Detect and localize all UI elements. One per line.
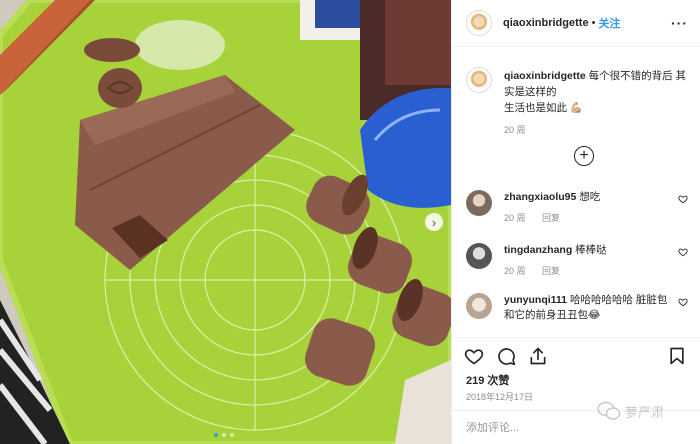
author-avatar[interactable] (466, 10, 492, 36)
follow-button[interactable]: 关注 (598, 15, 620, 31)
post-header: qiaoxinbridgette • 关注 ··· (452, 0, 700, 47)
action-row (464, 346, 548, 366)
watermark-text: 萝严肃 (625, 404, 665, 420)
caption: qiaoxinbridgette 每个很不错的背后 其 实是这样的 生活也是如此… (466, 67, 694, 138)
caption-username[interactable]: qiaoxinbridgette (504, 70, 586, 82)
comment-body: zhangxiaolu95 想吃 (504, 190, 674, 205)
caption-avatar[interactable] (466, 67, 492, 93)
post-side-panel: qiaoxinbridgette • 关注 ··· qiaoxinbridget… (451, 0, 700, 444)
commenter-avatar[interactable] (466, 190, 492, 216)
likes-count[interactable]: 219 次赞 (466, 372, 509, 388)
like-comment-heart-icon[interactable] (678, 247, 688, 257)
comment-body: tingdanzhang 棒棒哒 (504, 243, 674, 258)
comment-username[interactable]: yunyunqi111 (504, 294, 567, 306)
commenter-avatar[interactable] (466, 293, 492, 319)
comment-username[interactable]: zhangxiaolu95 (504, 191, 576, 203)
caption-age: 20 周 (504, 125, 526, 135)
comment-body: yunyunqi111 哈哈哈哈哈哈 脏脏包和它的前身丑丑包😂 (504, 293, 674, 323)
load-more-comments-button[interactable]: + (574, 146, 594, 166)
comment-text: 想吃 (579, 191, 601, 203)
caption-text-2: 实是这样的 (504, 86, 557, 98)
post-photo[interactable]: › (0, 0, 451, 444)
caption-text-1: 每个很不错的背后 其 (588, 70, 687, 82)
like-heart-icon[interactable] (464, 346, 484, 366)
reply-button[interactable]: 回复 (542, 266, 560, 276)
caption-text-3: 生活也是如此 💪🏼 (504, 102, 583, 114)
comment-age: 20 周 (504, 266, 526, 276)
like-comment-heart-icon[interactable] (678, 297, 688, 307)
comment-meta: 20 周 回复 (504, 264, 674, 279)
post-date: 2018年12月17日 (466, 392, 534, 402)
comment-text: 棒棒哒 (575, 244, 607, 256)
plus-circle-icon: + (579, 147, 589, 164)
comment-input[interactable] (466, 422, 616, 434)
header-separator: • (591, 17, 596, 29)
next-photo-button[interactable]: › (425, 213, 443, 231)
comment-item: tingdanzhang 棒棒哒 20 周 回复 (466, 243, 688, 279)
like-comment-heart-icon[interactable] (678, 194, 688, 204)
comment-username[interactable]: tingdanzhang (504, 244, 572, 256)
comment-bubble-icon[interactable] (496, 346, 516, 366)
comments-area: qiaoxinbridgette 每个很不错的背后 其 实是这样的 生活也是如此… (452, 48, 700, 337)
commenter-avatar[interactable] (466, 243, 492, 269)
reply-button[interactable]: 回复 (542, 213, 560, 223)
carousel-dot (222, 433, 226, 437)
carousel-dot-active (214, 433, 218, 437)
carousel-indicator (214, 433, 234, 437)
watermark: 萝严肃 (597, 401, 664, 421)
author-username[interactable]: qiaoxinbridgette (503, 17, 589, 29)
more-icon[interactable]: ··· (671, 15, 688, 31)
chevron-right-icon: › (431, 214, 437, 230)
comment-meta: 20 周 回复 (504, 211, 674, 226)
comment-item: zhangxiaolu95 想吃 20 周 回复 (466, 190, 688, 226)
carousel-dot (230, 433, 234, 437)
wechat-icon (597, 401, 621, 420)
comment-item: yunyunqi111 哈哈哈哈哈哈 脏脏包和它的前身丑丑包😂 (466, 293, 688, 323)
post-actions: 219 次赞 2018年12月17日 萝严肃 (452, 337, 700, 444)
comment-age: 20 周 (504, 213, 526, 223)
caption-meta: 20 周 (504, 122, 694, 138)
caption-line-1: qiaoxinbridgette 每个很不错的背后 其 (504, 68, 694, 84)
bookmark-icon[interactable] (667, 346, 687, 366)
photo-artwork (0, 0, 451, 444)
share-icon[interactable] (528, 346, 548, 366)
